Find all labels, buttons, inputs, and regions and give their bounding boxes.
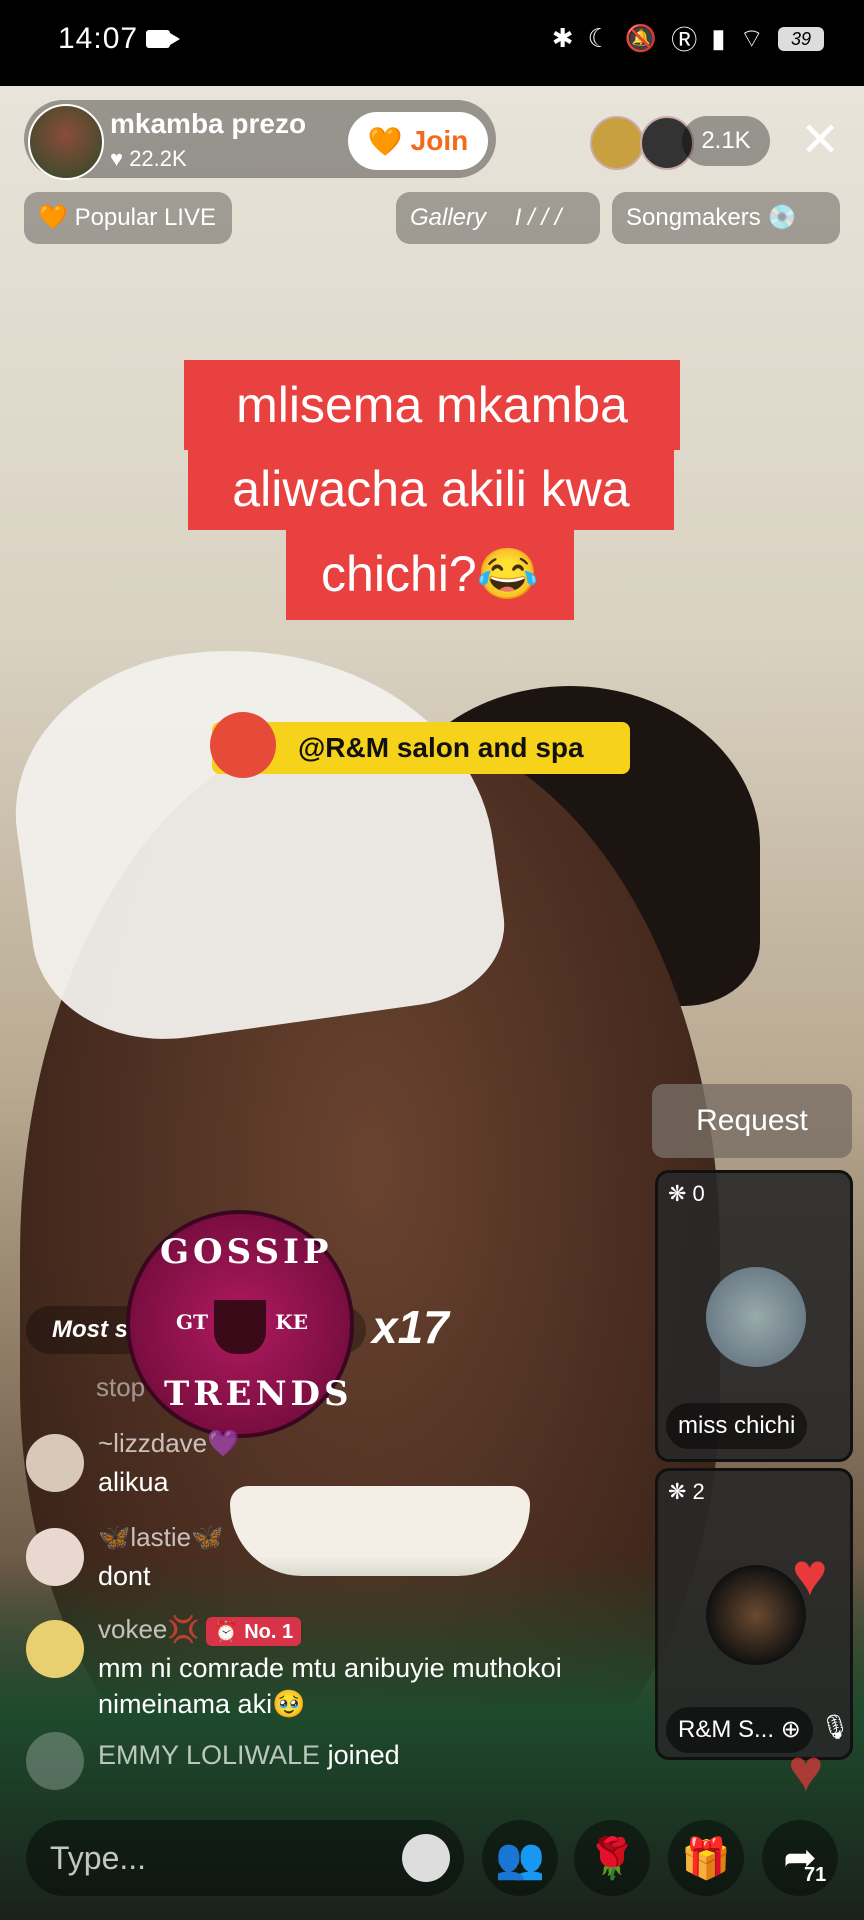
rank-badge: ⏰ No. 1: [205, 1616, 302, 1646]
status-time: 14:07: [58, 22, 139, 55]
join-action: joined: [327, 1740, 400, 1770]
guest-score: ❋ 2: [668, 1479, 705, 1505]
guest-avatar: [706, 1267, 806, 1367]
guest-name-text: R&M S...: [678, 1716, 775, 1743]
video-camera-icon: [146, 30, 180, 48]
popular-live-tag[interactable]: 🧡 Popular LIVE: [24, 192, 232, 244]
songmakers-label: Songmakers: [626, 204, 761, 231]
host-likes-value: 22.2K: [129, 146, 187, 171]
emoji-icon[interactable]: [402, 1834, 450, 1882]
chat-text: mm ni comrade mtu anibuyie muthokoi nime…: [98, 1653, 562, 1719]
gift-combo: x17: [372, 1301, 449, 1353]
floating-heart-icon: ♥: [792, 1541, 828, 1608]
guest-avatar: [706, 1565, 806, 1665]
rose-gift-icon[interactable]: 🌹: [574, 1820, 650, 1896]
wave-hand-icon: [26, 1732, 84, 1790]
chat-username[interactable]: vokee💢: [98, 1614, 200, 1644]
close-icon[interactable]: ✕: [800, 116, 840, 166]
coffee-cup-icon: [214, 1300, 266, 1354]
guest-tile-2[interactable]: ❋ 2 R&M S... ⊕ 🎙: [655, 1468, 853, 1760]
chat-message[interactable]: ~lizzdave💜 alikua: [26, 1428, 626, 1518]
join-text: EMMY LOLIWALE joined: [98, 1740, 400, 1771]
signal-icon: ▮: [711, 23, 726, 53]
host-avatar[interactable]: [28, 104, 104, 180]
chat-faded-item: stop: [96, 1372, 146, 1402]
chat-username[interactable]: ~lizzdave💜: [98, 1428, 240, 1459]
chat-message[interactable]: 🦋lastie🦋 dont: [26, 1522, 626, 1612]
guest-tile-1[interactable]: ❋ 0 miss chichi: [655, 1170, 853, 1462]
chat-text: alikua: [98, 1467, 169, 1497]
join-username[interactable]: EMMY LOLIWALE: [98, 1740, 320, 1770]
chat-avatar[interactable]: [26, 1620, 84, 1678]
watermark-left: GT: [176, 1310, 208, 1334]
guest-name: miss chichi: [666, 1403, 808, 1449]
guest-score-value: 0: [692, 1181, 705, 1206]
request-button[interactable]: Request: [652, 1084, 852, 1158]
gallery-label: Gallery: [410, 204, 487, 231]
mute-icon: 🔕: [624, 23, 658, 53]
floating-heart-icon: ♥: [788, 1737, 824, 1804]
rank-label: No. 1: [244, 1620, 294, 1643]
host-likes: ♥ 22.2K: [110, 146, 187, 172]
chat-username[interactable]: 🦋lastie🦋: [98, 1522, 223, 1553]
host-name[interactable]: mkamba prezo: [110, 108, 306, 140]
gossip-trends-watermark: GOSSIP GT KE TRENDS: [126, 1210, 354, 1438]
comment-placeholder: Type...: [50, 1840, 147, 1876]
alarm-icon: ⏰: [213, 1620, 245, 1643]
battery-icon: 39: [778, 26, 824, 51]
video-bandage: [0, 615, 515, 1057]
chat-avatar[interactable]: [26, 1528, 84, 1586]
registered-icon: Ⓡ: [671, 25, 698, 55]
guest-score: ❋ 0: [668, 1181, 705, 1207]
multi-guest-icon[interactable]: 👥: [482, 1820, 558, 1896]
viewer-count[interactable]: 2.1K: [682, 116, 770, 166]
top-viewer-avatar-1[interactable]: [590, 116, 644, 170]
songmakers-tag[interactable]: Songmakers 💿: [612, 192, 840, 244]
status-icons: ✱ ☾ 🔕 Ⓡ ▮ ⌔ 39: [552, 20, 824, 57]
heart-plus-icon: 🧡: [367, 125, 403, 157]
caption-line-3: chichi?😂: [286, 528, 574, 620]
broken-heart-icon: 🧡: [38, 204, 75, 231]
join-button[interactable]: 🧡 Join: [348, 112, 488, 170]
chat-username-line[interactable]: vokee💢 ⏰ No. 1: [98, 1614, 302, 1646]
caption-line-2: aliwacha akili kwa: [188, 448, 674, 530]
moon-icon: ☾: [587, 23, 611, 53]
score-icon: ❋: [668, 1479, 693, 1504]
gallery-progress: I / / /: [514, 204, 562, 231]
score-icon: ❋: [668, 1181, 693, 1206]
chat-avatar[interactable]: [26, 1434, 84, 1492]
share-count: 71: [804, 1864, 827, 1886]
comment-input[interactable]: Type...: [26, 1820, 464, 1896]
mic-off-icon[interactable]: 🎙: [820, 1713, 850, 1742]
wifi-icon: ⌔: [739, 23, 764, 53]
heart-icon: ♥: [110, 146, 130, 171]
guest-score-value: 2: [692, 1479, 705, 1504]
gift-icon[interactable]: 🎁: [668, 1820, 744, 1896]
share-icon[interactable]: ➦: [762, 1820, 838, 1896]
mascot-icon: [210, 712, 276, 778]
chat-text: dont: [98, 1561, 151, 1591]
gallery-tag[interactable]: Gallery I / / /: [396, 192, 600, 244]
caption-line-1: mlisema mkamba: [184, 360, 680, 450]
status-bar: 14:07 ✱ ☾ 🔕 Ⓡ ▮ ⌔ 39: [0, 0, 864, 86]
popular-label: Popular LIVE: [74, 204, 216, 231]
chat-message[interactable]: vokee💢 ⏰ No. 1 mm ni comrade mtu anibuyie…: [26, 1614, 626, 1724]
watermark-right: KE: [275, 1310, 308, 1334]
watermark-top: GOSSIP: [160, 1232, 333, 1272]
disc-icon: 💿: [767, 204, 798, 231]
join-label: Join: [410, 125, 469, 156]
watermark-bottom: TRENDS: [164, 1374, 353, 1414]
bluetooth-icon: ✱: [551, 23, 574, 53]
